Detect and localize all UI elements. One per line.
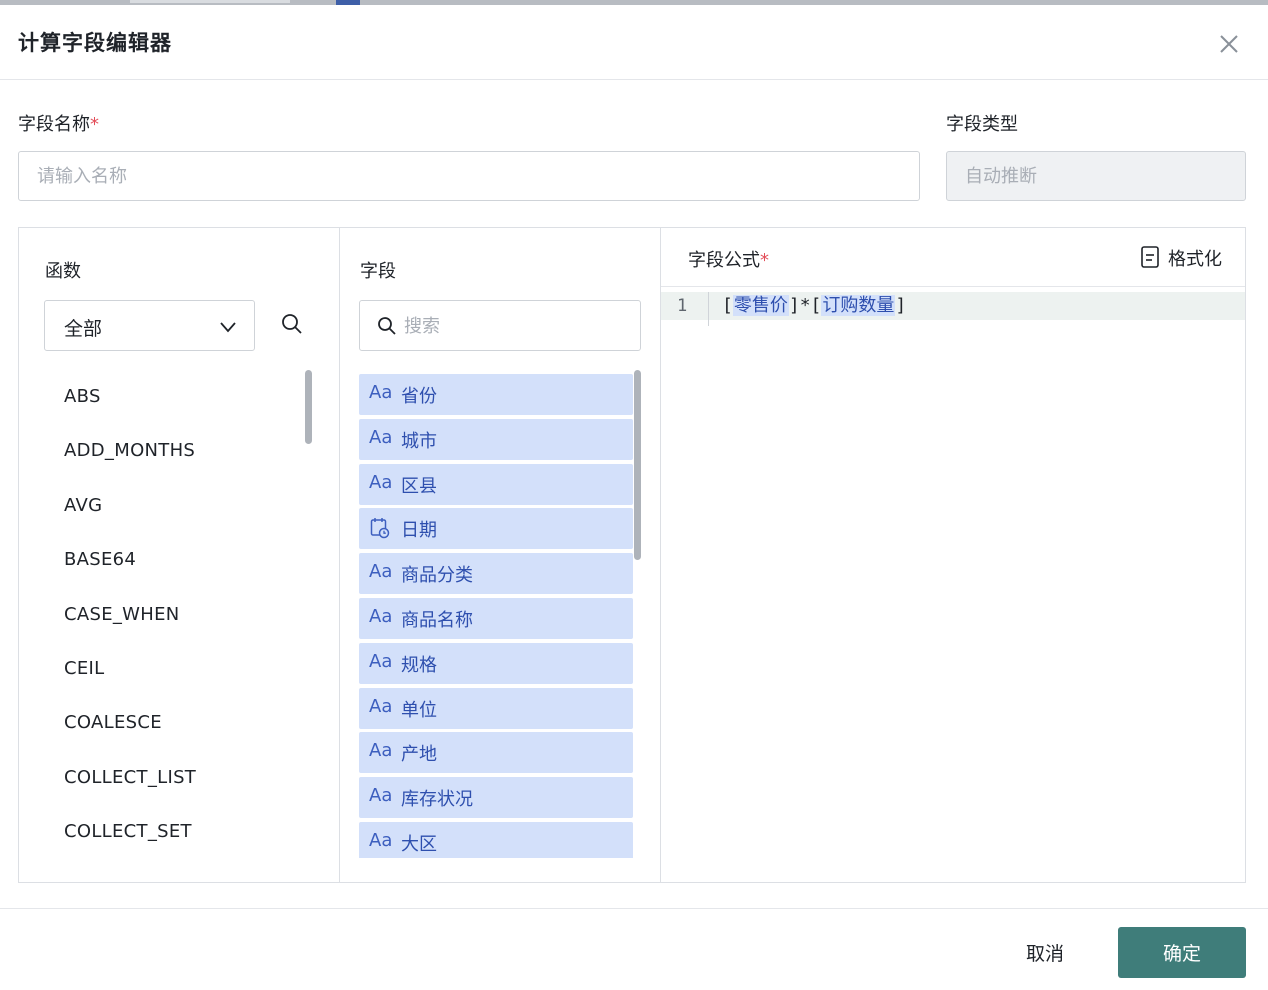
formula-editor[interactable]: [零售价]*[订购数量]	[722, 292, 906, 320]
functions-column: 函数 全部 ABS ADD_MONTHS AVG BASE64 CASE_WHEN CEI…	[19, 228, 340, 882]
text-type-icon: Aa	[369, 426, 393, 448]
cancel-button[interactable]: 取消	[1004, 927, 1086, 977]
text-type-icon: Aa	[369, 382, 393, 403]
formula-operator-token: *	[799, 295, 811, 316]
text-type-icon: Aa	[369, 650, 393, 672]
formula-field-token: 订购数量	[821, 295, 896, 316]
field-item[interactable]: Aa 产地	[359, 732, 633, 774]
field-item[interactable]: Aa 商品名称	[359, 597, 633, 639]
function-item[interactable]: CEIL	[19, 642, 319, 696]
background-tab	[130, 0, 290, 3]
format-document-icon	[1141, 246, 1159, 268]
functions-title: 函数	[45, 261, 81, 282]
field-item-label: 规格	[401, 654, 437, 676]
field-item-label: 区县	[401, 475, 437, 497]
required-mark: *	[90, 114, 99, 135]
fields-title: 字段	[360, 261, 396, 282]
formula-operator-token: [	[810, 295, 822, 316]
field-item-label: 城市	[401, 430, 437, 452]
field-item[interactable]: Aa 大区	[359, 821, 633, 858]
close-button[interactable]	[1214, 29, 1244, 59]
field-name-input[interactable]	[18, 151, 920, 201]
field-type-label: 字段类型	[946, 114, 1018, 135]
function-item[interactable]: CASE_WHEN	[19, 588, 319, 642]
fields-column: 字段 Aa 省份 Aa 城市 Aa 区县日期 Aa 商品分类 Aa 商品名称 Aa 规格 Aa 单位 Aa 产…	[340, 228, 661, 882]
field-item-label: 大区	[401, 833, 437, 855]
field-item[interactable]: Aa 库存状况	[359, 777, 633, 819]
formula-required-mark: *	[760, 250, 769, 271]
field-list-scrollbar[interactable]	[634, 370, 641, 560]
formula-column: 字段公式* 格式化 1 [零售价]*[订购数量]	[661, 228, 1245, 882]
text-type-icon: Aa	[369, 785, 393, 807]
function-item[interactable]: AVG	[19, 479, 319, 533]
field-search-box	[359, 300, 641, 351]
field-item[interactable]: Aa 区县	[359, 463, 633, 505]
field-list: Aa 省份 Aa 城市 Aa 区县 日期 Aa 商品分类 Aa 商品名称 Aa 规格 Aa 单位 Aa 产地 Aa…	[359, 374, 633, 858]
close-icon	[1220, 35, 1238, 53]
text-type-icon: Aa	[369, 740, 393, 762]
field-item[interactable]: Aa 省份	[359, 374, 633, 415]
field-item-label: 产地	[401, 744, 437, 766]
formula-operator-token: [	[722, 295, 733, 316]
field-item-label: 单位	[401, 699, 437, 721]
editor-panel: 函数 全部 ABS ADD_MONTHS AVG BASE64 CASE_WHEN CEI…	[18, 227, 1246, 883]
format-button-label: 格式化	[1168, 249, 1222, 270]
text-type-icon: Aa	[369, 471, 393, 493]
function-item[interactable]: ABS	[19, 370, 319, 424]
date-type-icon	[370, 518, 390, 539]
function-list: ABS ADD_MONTHS AVG BASE64 CASE_WHEN CEIL COALE…	[19, 370, 319, 870]
field-item[interactable]: 日期	[359, 508, 633, 550]
field-item[interactable]: Aa 商品分类	[359, 553, 633, 595]
function-category-select[interactable]: 全部	[44, 300, 255, 351]
field-item-label: 日期	[401, 520, 437, 542]
function-search-icon[interactable]	[280, 312, 304, 336]
formula-divider	[661, 286, 1245, 287]
dialog-title: 计算字段编辑器	[18, 31, 172, 55]
field-item-label: 库存状况	[401, 789, 473, 811]
field-item[interactable]: Aa 单位	[359, 687, 633, 729]
formula-title: 字段公式*	[688, 250, 769, 271]
chevron-down-icon	[220, 322, 236, 333]
field-item-label: 商品名称	[401, 609, 473, 631]
function-item[interactable]: BASE64	[19, 533, 319, 587]
field-item-label: 商品分类	[401, 565, 473, 587]
dialog-footer: 取消 确定	[0, 908, 1268, 990]
text-type-icon: Aa	[369, 829, 393, 851]
function-item[interactable]: ADD_MONTHS	[19, 424, 319, 478]
field-search-input[interactable]	[404, 310, 624, 342]
field-item[interactable]: Aa 规格	[359, 642, 633, 684]
text-type-icon: Aa	[369, 605, 393, 627]
field-item-label: 省份	[401, 386, 437, 407]
function-item[interactable]: COLLECT_LIST	[19, 751, 319, 805]
formula-operator-token: ]	[895, 295, 907, 316]
field-item[interactable]: Aa 城市	[359, 418, 633, 460]
function-list-scrollbar[interactable]	[305, 370, 312, 444]
line-number: 1	[677, 296, 688, 316]
text-type-icon: Aa	[369, 695, 393, 717]
formula-field-token: 零售价	[732, 295, 789, 316]
formula-operator-token: ]	[788, 295, 800, 316]
field-name-label: 字段名称*	[18, 114, 99, 135]
confirm-button[interactable]: 确定	[1118, 927, 1246, 978]
function-item[interactable]: COALESCE	[19, 696, 319, 750]
function-category-value: 全部	[64, 318, 103, 340]
dialog-header: 计算字段编辑器	[0, 5, 1268, 80]
function-item[interactable]: COLLECT_SET	[19, 805, 319, 859]
search-icon	[378, 317, 396, 335]
text-type-icon: Aa	[369, 561, 393, 583]
field-type-input	[946, 151, 1246, 201]
